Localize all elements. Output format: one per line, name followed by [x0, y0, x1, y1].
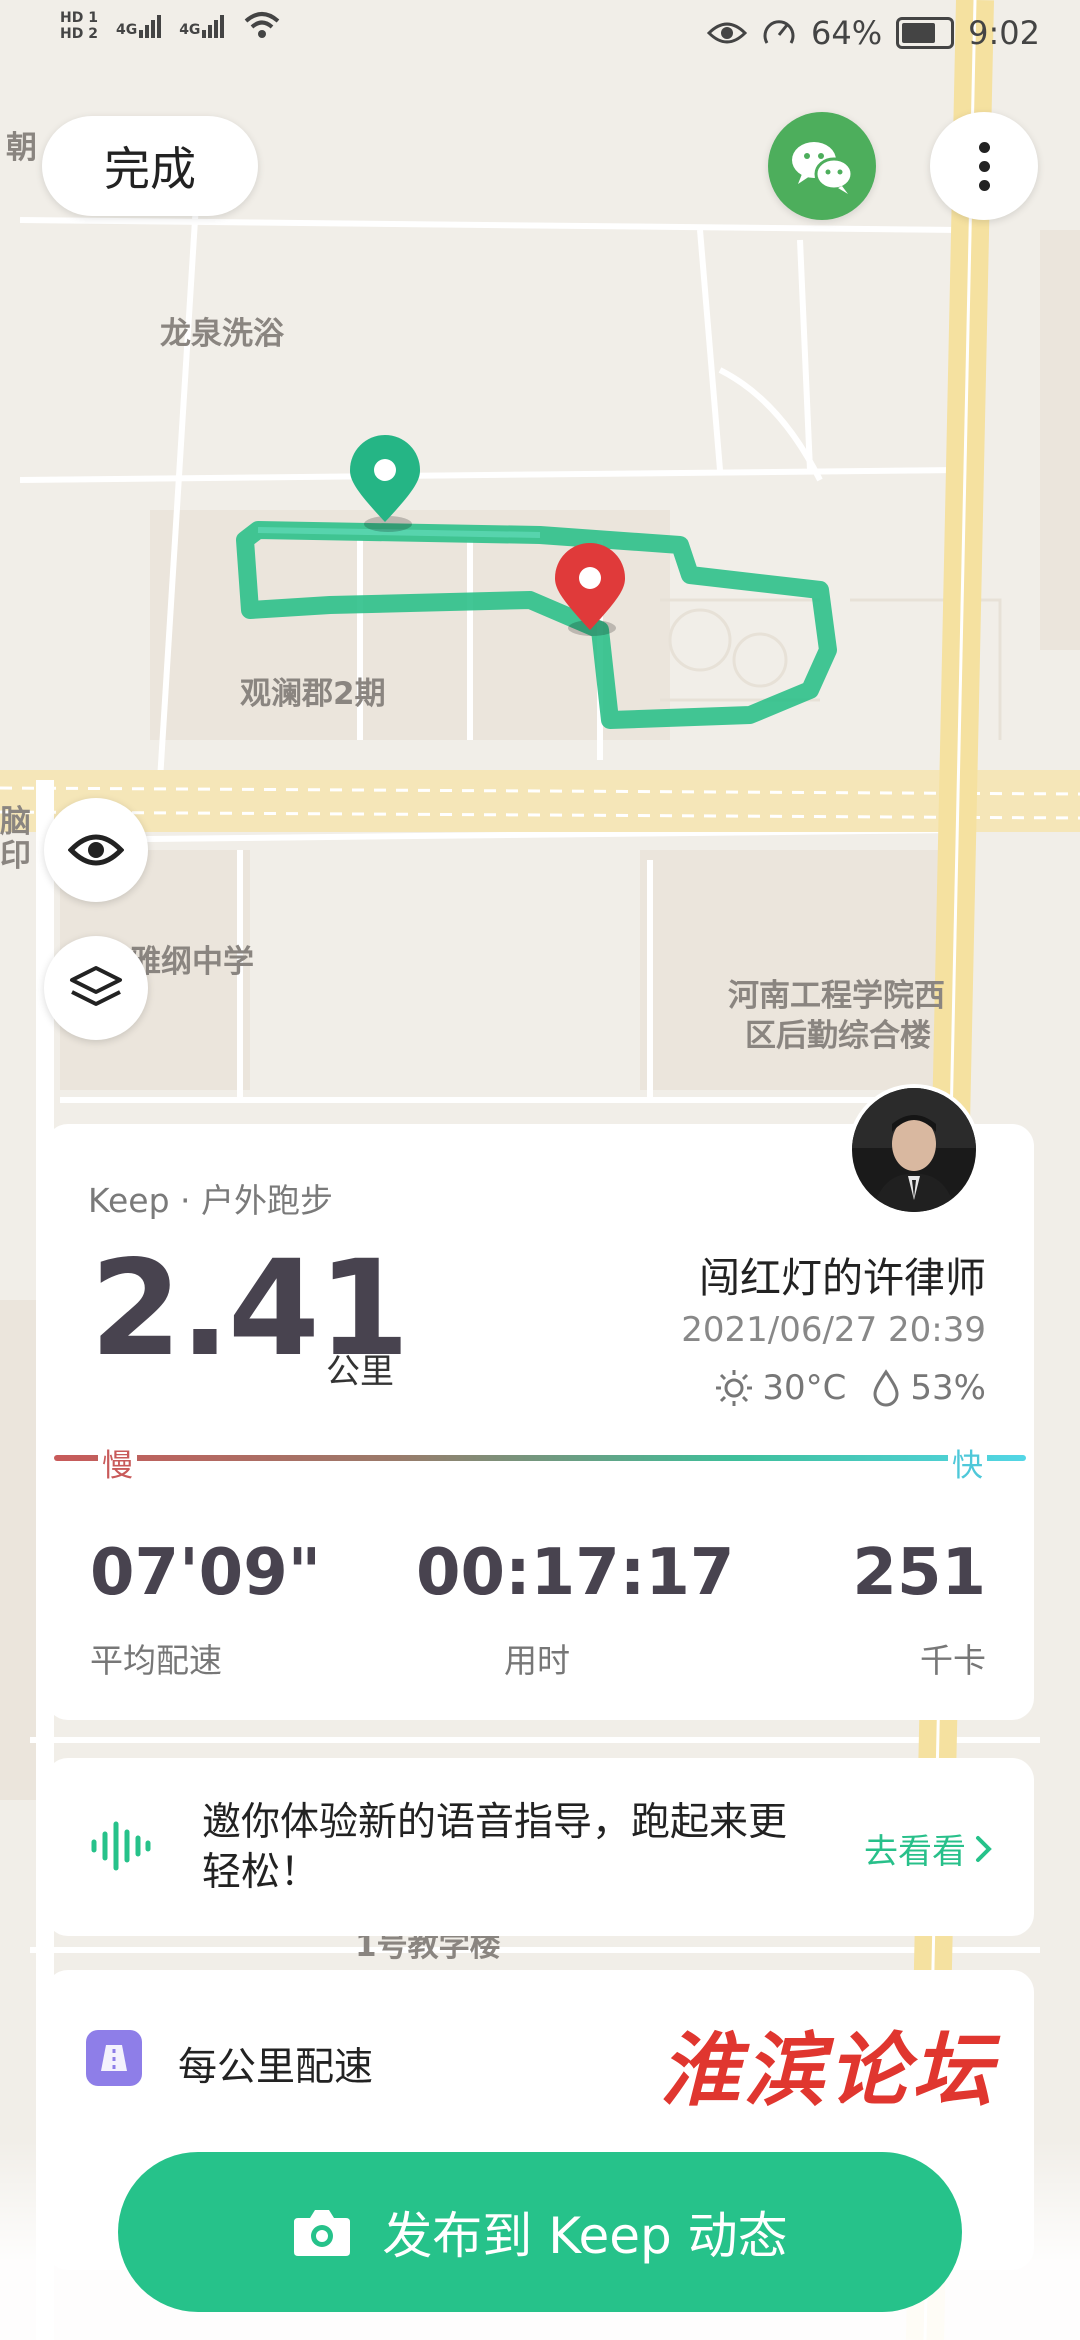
per-km-title: 每公里配速: [178, 2045, 374, 2090]
publish-button[interactable]: 发布到 Keep 动态: [118, 2152, 962, 2312]
humidity: 53%: [910, 1368, 986, 1408]
chevron-right-icon: [976, 1835, 992, 1862]
more-dot-icon: [978, 160, 990, 172]
slow-label: 慢: [98, 1440, 137, 1485]
status-time: 9:02: [968, 14, 1040, 52]
user-name: 闯红灯的许律师: [699, 1254, 986, 1302]
signal-2-icon: 4G: [179, 14, 225, 38]
avatar[interactable]: [848, 1084, 980, 1216]
forum-watermark: 淮滨论坛: [660, 2023, 996, 2117]
activity-source: Keep · 户外跑步: [88, 1181, 334, 1220]
speed-icon: [763, 20, 795, 44]
weather-info: 30°C 53%: [714, 1368, 986, 1408]
wechat-icon: [792, 142, 854, 194]
wifi-icon: [245, 12, 280, 38]
more-options-button[interactable]: [930, 112, 1038, 220]
camera-icon: [294, 2210, 351, 2256]
avatar-image: [852, 1088, 976, 1212]
eye-comfort-icon: [707, 22, 748, 44]
duration-value: 00:17:17: [416, 1536, 735, 1610]
publish-button-label: 发布到 Keep 动态: [382, 2207, 788, 2265]
pace-chart-icon: [86, 2030, 142, 2086]
duration-label: 用时: [504, 1641, 570, 1680]
map-label-chaoyang: 朝: [6, 130, 37, 166]
map-label-henan-1: 河南工程学院西: [728, 978, 945, 1014]
calories-label: 千卡: [920, 1641, 986, 1680]
hd1-label: HD 1: [60, 10, 98, 26]
pace-value: 07'09": [90, 1536, 322, 1610]
run-datetime: 2021/06/27 20:39: [681, 1310, 986, 1350]
wechat-share-button[interactable]: [768, 112, 876, 220]
battery-percent: 64%: [811, 14, 883, 52]
voice-guide-link[interactable]: 去看看: [864, 1824, 994, 1873]
sun-icon: [716, 1370, 753, 1406]
voice-wave-icon: [91, 1821, 151, 1871]
status-bar: HD 1 HD 2 4G 4G 64% 9:02: [0, 0, 1080, 72]
done-button[interactable]: 完成: [42, 116, 258, 216]
run-summary-card: Keep · 户外跑步 2.41 公里 闯红灯的许律师 2021/06/27 2…: [46, 1124, 1034, 1720]
calories-value: 251: [852, 1536, 986, 1610]
status-right: 64% 9:02: [707, 14, 1040, 52]
signal-1-icon: 4G: [115, 14, 162, 38]
map-label-left-1: 脑: [0, 804, 31, 840]
hd-indicators: HD 1 HD 2: [60, 10, 98, 42]
map-label-longquan: 龙泉洗浴: [160, 316, 285, 352]
voice-guide-banner[interactable]: 邀你体验新的语音指导，跑起来更轻松！ 去看看: [46, 1758, 1034, 1936]
toggle-visibility-button[interactable]: [44, 798, 148, 902]
pace-label: 平均配速: [90, 1641, 222, 1680]
pace-gradient-bar: [54, 1455, 1026, 1461]
more-dot-icon: [978, 141, 990, 153]
eye-icon: [68, 834, 124, 866]
distance-unit: 公里: [326, 1352, 394, 1392]
temperature: 30°C: [762, 1368, 847, 1408]
fast-label: 快: [948, 1440, 987, 1485]
signal-2-label: 4G: [179, 21, 201, 38]
map-label-left-2: 印: [0, 838, 31, 874]
map-layers-button[interactable]: [44, 936, 148, 1040]
more-dot-icon: [978, 179, 990, 191]
signal-1-label: 4G: [115, 21, 138, 38]
status-left: HD 1 HD 2 4G 4G: [60, 10, 282, 42]
voice-guide-link-label: 去看看: [864, 1832, 966, 1872]
layers-icon: [70, 966, 122, 1006]
battery-icon: [896, 17, 955, 49]
voice-guide-text: 邀你体验新的语音指导，跑起来更轻松！: [202, 1800, 788, 1895]
humidity-icon: [873, 1369, 899, 1407]
map-label-school: 雅纲中学: [130, 944, 254, 980]
hd2-label: HD 2: [60, 26, 98, 42]
map-label-guanlan: 观澜郡2期: [240, 676, 386, 712]
map-label-henan-2: 区后勤综合楼: [745, 1018, 931, 1054]
